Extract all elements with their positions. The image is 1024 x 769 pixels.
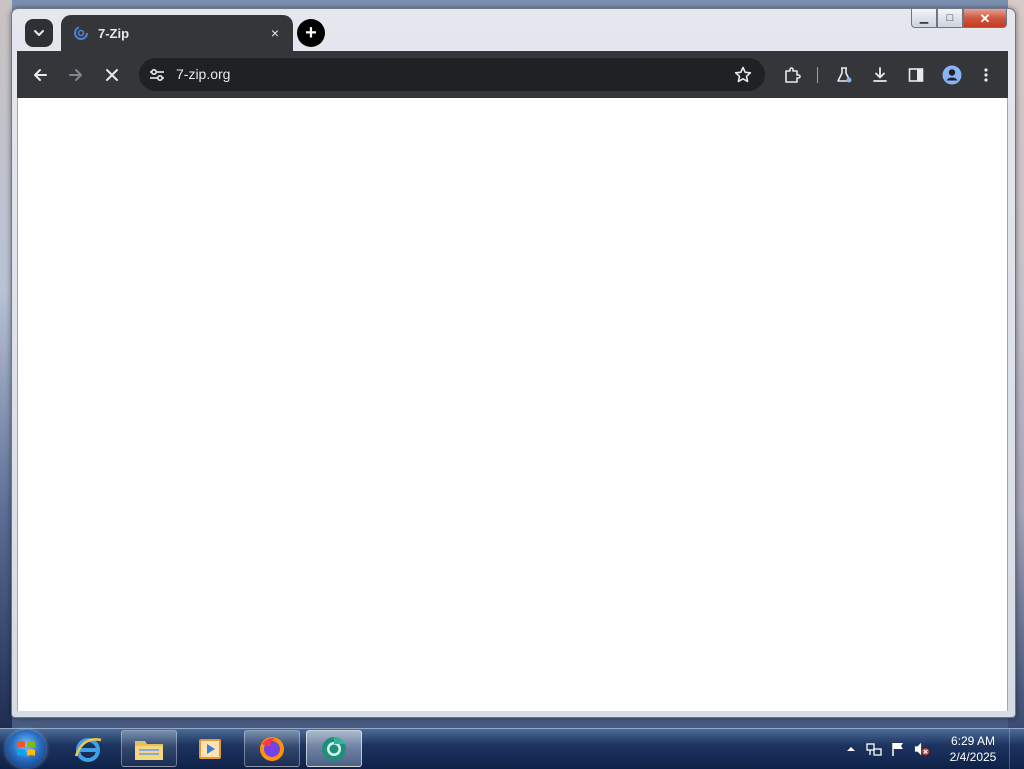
taskbar-internet-explorer[interactable] — [60, 730, 116, 767]
tab-search-button[interactable] — [25, 19, 53, 47]
chrome-frame: 7-Zip × + 7-zip.org — [17, 14, 1008, 711]
loading-spinner-icon — [74, 26, 88, 40]
browser-toolbar: 7-zip.org — [17, 51, 1008, 98]
profile-icon — [942, 65, 962, 85]
new-tab-button[interactable]: + — [297, 19, 325, 47]
back-button[interactable] — [27, 62, 53, 88]
clock-time: 6:29 AM — [950, 734, 996, 748]
taskbar-file-explorer[interactable] — [121, 730, 177, 767]
folder-icon — [135, 740, 163, 760]
side-panel-button[interactable] — [903, 62, 929, 88]
action-center-tray-button[interactable] — [890, 741, 906, 757]
download-icon — [873, 67, 887, 82]
taskbar: 6:29 AM 2/4/2025 — [0, 728, 1024, 769]
media-player-icon — [199, 738, 221, 759]
bookmark-star-icon[interactable] — [733, 65, 753, 85]
flag-icon — [892, 743, 903, 756]
clock-date: 2/4/2025 — [949, 750, 997, 764]
taskbar-chrome[interactable] — [306, 730, 362, 767]
network-icon — [866, 743, 882, 756]
chevron-down-icon — [34, 30, 44, 36]
stop-loading-button[interactable] — [99, 62, 125, 88]
extensions-button[interactable] — [779, 62, 805, 88]
profile-button[interactable] — [939, 62, 965, 88]
page-content[interactable] — [17, 98, 1008, 711]
tray-clock[interactable]: 6:29 AM 2/4/2025 — [944, 733, 1002, 765]
extensions-icon — [785, 67, 801, 83]
internet-explorer-icon — [74, 737, 102, 762]
taskbar-firefox[interactable] — [244, 730, 300, 767]
show-hidden-icons-button[interactable] — [843, 741, 859, 757]
start-button[interactable] — [6, 730, 46, 768]
show-desktop-button[interactable] — [1009, 729, 1024, 769]
labs-icon — [837, 67, 852, 83]
forward-button[interactable] — [63, 62, 89, 88]
tab-active[interactable]: 7-Zip × — [61, 15, 293, 51]
arrow-right-icon — [69, 69, 82, 81]
url-text[interactable]: 7-zip.org — [176, 66, 230, 82]
arrow-left-icon — [34, 69, 47, 81]
volume-muted-icon — [914, 742, 930, 756]
browser-window: ▁ □ ✕ 7-Zip × + 7-zip.org — [11, 8, 1016, 718]
address-bar[interactable]: 7-zip.org — [139, 58, 765, 91]
chrome-canary-icon — [322, 736, 346, 761]
download-button[interactable] — [867, 62, 893, 88]
site-info-icon[interactable] — [148, 66, 166, 84]
tab-close-button[interactable]: × — [267, 25, 283, 41]
tab-strip: 7-Zip × + — [17, 14, 1008, 51]
close-icon — [106, 69, 118, 81]
tab-title: 7-Zip — [98, 25, 130, 41]
menu-icon — [984, 68, 988, 82]
labs-button[interactable] — [831, 62, 857, 88]
firefox-icon — [260, 736, 284, 761]
volume-tray-button[interactable] — [914, 741, 930, 757]
chevron-up-icon — [847, 747, 855, 751]
toolbar-separator — [817, 67, 818, 83]
taskbar-media-player[interactable] — [182, 730, 238, 767]
windows-logo-icon — [17, 741, 35, 756]
network-tray-button[interactable] — [866, 741, 882, 757]
side-panel-icon — [908, 68, 924, 82]
menu-button[interactable] — [973, 62, 999, 88]
